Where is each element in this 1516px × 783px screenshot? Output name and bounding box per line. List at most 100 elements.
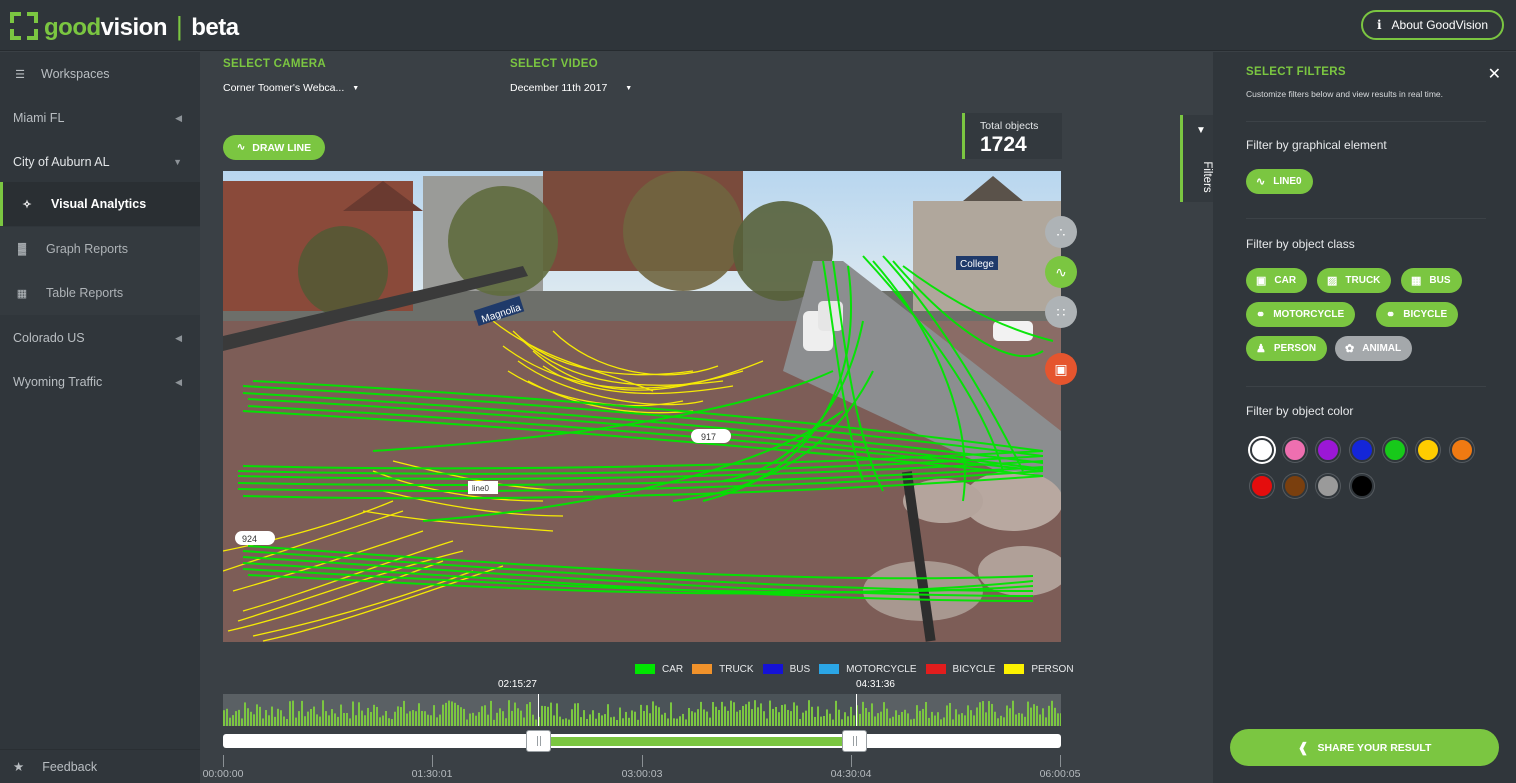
sidebar-item-table-reports[interactable]: ▦ Table Reports [0,271,200,315]
activity-histogram[interactable] [223,694,1061,726]
list-icon: ☰ [15,68,25,81]
bus-icon: ▦ [1411,275,1422,287]
histogram-bar [301,700,303,726]
tick-mark [432,755,433,767]
color-swatch-blue[interactable] [1350,438,1374,462]
histogram-bar [748,701,750,726]
line-name-label[interactable]: line0 [468,481,498,494]
range-end-handle[interactable] [842,730,867,752]
legend-car: CAR [635,664,683,675]
color-swatch-white[interactable] [1250,438,1274,462]
color-swatch-pink[interactable] [1283,438,1307,462]
chip-bus[interactable]: ▦ BUS [1401,268,1462,293]
histogram-bar [256,704,258,726]
histogram-bar [973,715,975,726]
filters-tab[interactable]: ▼ Filters [1180,115,1214,202]
histogram-bar [499,708,501,726]
sidebar-item-graph-reports[interactable]: ▓ Graph Reports [0,227,200,271]
feedback-link[interactable]: ★ Feedback [0,749,200,783]
class-legend: CAR TRUCK BUS MOTORCYCLE BICYCLE PERSON [635,662,1083,676]
trajectories-tool-button[interactable]: ∿ [1045,256,1077,288]
histogram-bar [442,704,444,726]
histogram-bar [556,703,558,726]
histogram-bar [223,710,225,726]
sidebar-item-auburn[interactable]: City of Auburn AL ▼ [0,140,200,184]
histogram-bar [937,712,939,726]
histogram-bar [394,711,396,726]
heatmap-tool-button[interactable]: ∴ [1045,216,1077,248]
divider [1246,121,1486,122]
chip-animal[interactable]: ✿ ANIMAL [1335,336,1413,361]
histogram-bar [676,718,678,726]
histogram-bar [988,701,990,726]
histogram-bar [970,710,972,726]
color-swatch-black[interactable] [1350,474,1374,498]
histogram-bar [1033,704,1035,726]
sidebar-item-colorado[interactable]: Colorado US ◀ [0,316,200,360]
chip-truck[interactable]: ▨ TRUCK [1317,268,1392,293]
histogram-bar [643,710,645,726]
range-start-handle[interactable] [526,730,551,752]
sidebar-item-visual-analytics[interactable]: ✧ Visual Analytics [0,182,200,226]
color-swatch-green[interactable] [1383,438,1407,462]
histogram-bar [439,714,441,726]
histogram-bar [853,715,855,726]
color-swatch-red[interactable] [1250,474,1274,498]
histogram-bar [511,710,513,726]
video-select[interactable]: December 11th 2017 ▼ [510,82,632,94]
sidebar-item-wyoming[interactable]: Wyoming Traffic ◀ [0,360,200,404]
draw-line-label: DRAW LINE [252,141,312,154]
histogram-bar [304,716,306,726]
sidebar-item-workspaces[interactable]: ☰ Workspaces [0,52,200,96]
histogram-bar [418,703,420,726]
close-icon[interactable]: ✕ [1488,64,1501,84]
histogram-bar [805,710,807,726]
legend-swatch [762,664,783,674]
histogram-bar [799,718,801,726]
divider [1246,386,1486,387]
sidebar-item-miami[interactable]: Miami FL ◀ [0,96,200,140]
color-swatch-orange[interactable] [1450,438,1474,462]
histogram-bar [985,712,987,726]
chip-line0[interactable]: ∿ LINE0 [1246,169,1313,194]
draw-line-button[interactable]: ∿ DRAW LINE [223,135,325,160]
histogram-bar [457,705,459,726]
histogram-bar [481,706,483,726]
histogram-bar [544,706,546,726]
draw-line-icon: ∿ [1256,176,1266,188]
histogram-bar [1048,705,1050,726]
histogram-bar [994,711,996,726]
histogram-bar [460,707,462,726]
histogram-bar [421,710,423,726]
chip-motorcycle[interactable]: ⚭ MOTORCYCLE [1246,302,1356,327]
histogram-bar [772,708,774,726]
bicycle-icon: ⚭ [1386,309,1396,321]
color-swatch-gray[interactable] [1316,474,1340,498]
goodvision-logo[interactable]: goodvision | beta [10,11,239,41]
chip-car[interactable]: ▣ CAR [1246,268,1308,293]
chip-person[interactable]: ♟ PERSON [1246,336,1328,361]
histogram-bar [1012,700,1014,726]
color-swatch-yellow[interactable] [1416,438,1440,462]
histogram-bar [715,706,717,726]
share-result-button[interactable]: ❰ SHARE YOUR RESULT [1230,729,1499,766]
histogram-bar [964,715,966,726]
histogram-bar [361,710,363,726]
histogram-bar [895,710,897,726]
histogram-bar [670,702,672,726]
legend-swatch [692,664,713,674]
camera-select[interactable]: Corner Toomer's Webca... ▼ [223,82,359,94]
about-goodvision-button[interactable]: i About GoodVision [1361,10,1504,40]
color-swatch-purple[interactable] [1316,438,1340,462]
histogram-bar [322,700,324,726]
chip-bicycle[interactable]: ⚭ BICYCLE [1376,302,1459,327]
scatter-tool-button[interactable]: ∷ [1045,296,1077,328]
color-swatch-brown[interactable] [1283,474,1307,498]
histogram-bar [253,714,255,726]
tick-mark [1060,755,1061,767]
delete-button[interactable]: ▣ [1045,353,1077,385]
video-frame[interactable]: 917 924 line0 Magnolia College [223,171,1061,642]
sidebar-item-label: City of Auburn AL [13,155,110,169]
histogram-bar [328,715,330,726]
histogram-bar [259,706,261,726]
